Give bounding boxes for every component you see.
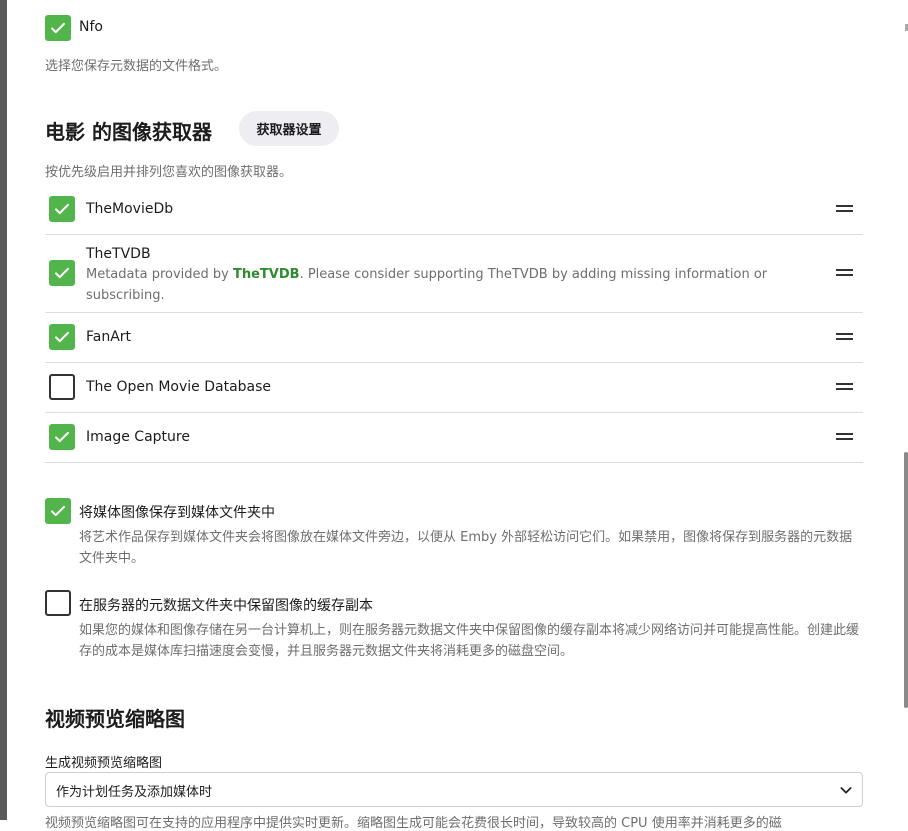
fetcher-checkbox[interactable] xyxy=(49,424,75,450)
thumbnails-title: 视频预览缩略图 xyxy=(45,707,185,731)
fetcher-name: Image Capture xyxy=(86,429,190,445)
save-to-media-folder-help: 将艺术作品保存到媒体文件夹会将图像放在媒体文件旁边，以便从 Emby 外部轻松访… xyxy=(79,530,853,566)
fetcher-checkbox[interactable] xyxy=(49,196,75,222)
fetcher-checkbox[interactable] xyxy=(49,260,75,286)
fetcher-name: The Open Movie Database xyxy=(86,379,272,395)
check-icon xyxy=(55,331,69,343)
fetcher-row-thetvdb[interactable]: TheTVDB Metadata provided by TheTVDB. Pl… xyxy=(45,235,863,313)
thumbnails-help: 视频预览缩略图可在支持的应用程序中提供实时更新。缩略图生成可能会花费很长时间，导… xyxy=(45,816,782,831)
check-icon xyxy=(51,505,65,517)
thumbnails-select[interactable]: 作为计划任务及添加媒体时 xyxy=(45,772,863,807)
cache-copy-label: 在服务器的元数据文件夹中保留图像的缓存副本 xyxy=(79,598,373,614)
nfo-help: 选择您保存元数据的文件格式。 xyxy=(45,59,228,74)
fetcher-checkbox[interactable] xyxy=(49,324,75,350)
fetcher-description: Metadata provided by TheTVDB. Please con… xyxy=(86,264,786,306)
fetcher-name: TheMovieDb xyxy=(86,201,174,217)
fetcher-name: TheTVDB xyxy=(86,246,151,262)
drag-handle-icon[interactable] xyxy=(836,333,853,341)
fetcher-row-fanart[interactable]: FanArt xyxy=(45,313,863,363)
fetcher-settings-button[interactable]: 获取器设置 xyxy=(239,111,339,146)
nfo-checkbox[interactable] xyxy=(45,15,71,41)
fetcher-row-themoviedb[interactable]: TheMovieDb xyxy=(45,185,863,235)
drag-handle-icon[interactable] xyxy=(836,269,853,277)
window-left-edge xyxy=(0,0,7,820)
fetcher-checkbox[interactable] xyxy=(49,374,75,400)
chevron-down-icon xyxy=(840,787,852,794)
save-to-media-folder-label: 将媒体图像保存到媒体文件夹中 xyxy=(79,505,275,521)
image-fetchers-help: 按优先级启用并排列您喜欢的图像获取器。 xyxy=(45,165,293,180)
drag-handle-icon[interactable] xyxy=(836,433,853,441)
cache-copy-checkbox[interactable] xyxy=(45,590,71,616)
fetcher-row-omdb[interactable]: The Open Movie Database xyxy=(45,363,863,413)
thumbnails-select-value: 作为计划任务及添加媒体时 xyxy=(56,785,213,800)
drag-handle-icon[interactable] xyxy=(836,383,853,391)
drag-handle-icon[interactable] xyxy=(836,205,853,213)
check-icon xyxy=(55,431,69,443)
check-icon xyxy=(55,203,69,215)
check-icon xyxy=(55,267,69,279)
image-fetchers-title: 电影 的图像获取器 xyxy=(45,120,212,144)
scrollbar-thumb[interactable] xyxy=(904,452,908,708)
thetvdb-link[interactable]: TheTVDB xyxy=(233,267,300,282)
nfo-label: Nfo xyxy=(79,19,103,35)
cache-copy-help: 如果您的媒体和图像存储在另一台计算机上，则在服务器元数据文件夹中保留图像的缓存副… xyxy=(79,623,860,659)
desc-text: Metadata provided by xyxy=(86,267,233,282)
fetcher-row-image-capture[interactable]: Image Capture xyxy=(45,413,863,463)
fetcher-name: FanArt xyxy=(86,329,132,345)
save-to-media-folder-checkbox[interactable] xyxy=(45,498,71,524)
check-icon xyxy=(51,22,65,34)
thumbnails-field-label: 生成视频预览缩略图 xyxy=(45,756,163,771)
